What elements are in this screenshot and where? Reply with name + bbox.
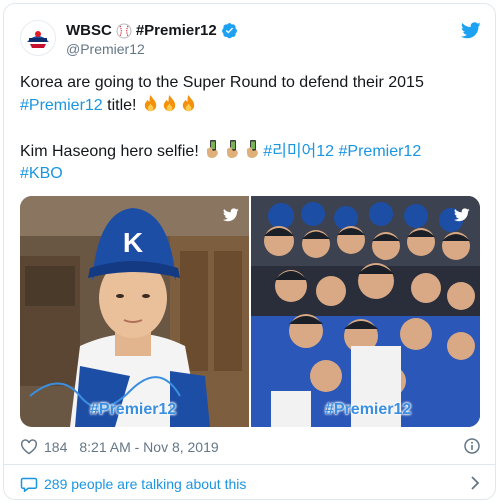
twitter-bird-icon <box>454 208 470 222</box>
photo-1-watermark: #Premier12 <box>90 401 177 418</box>
selfie-hand-icon <box>207 140 219 158</box>
svg-text:K: K <box>123 227 143 258</box>
speech-bubble-icon <box>20 477 38 492</box>
hashtag-premier12-2[interactable]: #Premier12 <box>339 143 422 160</box>
twitter-bird-icon <box>223 208 239 222</box>
photo-2[interactable]: #Premier12 <box>251 196 480 427</box>
media-grid: K #Premier12 #Premier12 <box>20 196 480 427</box>
hashtag-kbo[interactable]: #KBO <box>20 165 63 182</box>
talking-link[interactable]: 289 people are talking about this <box>20 473 480 495</box>
fire-icon <box>182 94 195 112</box>
selfie-hand-icon <box>247 140 259 158</box>
author-display-name-suffix[interactable]: #Premier12 <box>136 22 217 39</box>
fire-icon <box>163 94 176 112</box>
photo-1[interactable]: K #Premier12 <box>20 196 249 427</box>
author-display-name[interactable]: WBSC <box>66 22 112 39</box>
tweet-card[interactable]: WBSC #Premier12 @Premier12 Korea are goi… <box>3 3 496 500</box>
author-handle[interactable]: @Premier12 <box>66 41 145 57</box>
fire-icon <box>144 94 157 112</box>
tweet-text: Korea are going to the Super Round to de… <box>20 72 480 207</box>
tweet-line-1: Korea are going to the Super Round to de… <box>20 72 480 117</box>
like-count[interactable]: 184 <box>44 439 67 455</box>
verified-icon <box>221 23 237 39</box>
baseball-icon <box>116 23 132 38</box>
tweet-meta: 184 8:21 AM - Nov 8, 2019 <box>20 437 480 457</box>
talking-label[interactable]: 289 people are talking about this <box>44 476 246 492</box>
heart-icon[interactable] <box>20 439 38 455</box>
twitter-bird-icon[interactable] <box>461 22 481 39</box>
tweet-line-2-text: Kim Haseong hero selfie! <box>20 143 204 160</box>
photo-2-image <box>251 196 480 427</box>
chevron-right-icon[interactable] <box>470 476 480 490</box>
hashtag-premier12-1[interactable]: #Premier12 <box>20 97 103 114</box>
divider <box>4 464 495 465</box>
tweet-line-1-tail: title! <box>102 97 141 114</box>
photo-1-image: K <box>20 196 249 427</box>
photo-2-watermark: #Premier12 <box>325 401 412 418</box>
hashtag-korean[interactable]: #리미어12 <box>263 143 334 160</box>
selfie-hand-icon <box>227 140 239 158</box>
timestamp[interactable]: 8:21 AM - Nov 8, 2019 <box>79 439 218 455</box>
tweet-line-1-text: Korea are going to the Super Round to de… <box>20 74 424 91</box>
info-icon[interactable] <box>464 438 480 454</box>
author-name-row[interactable]: WBSC #Premier12 <box>66 22 238 39</box>
wbsc-logo-icon[interactable] <box>20 20 56 56</box>
tweet-line-2: Kim Haseong hero selfie! #리미어12 #Premier… <box>20 139 480 185</box>
